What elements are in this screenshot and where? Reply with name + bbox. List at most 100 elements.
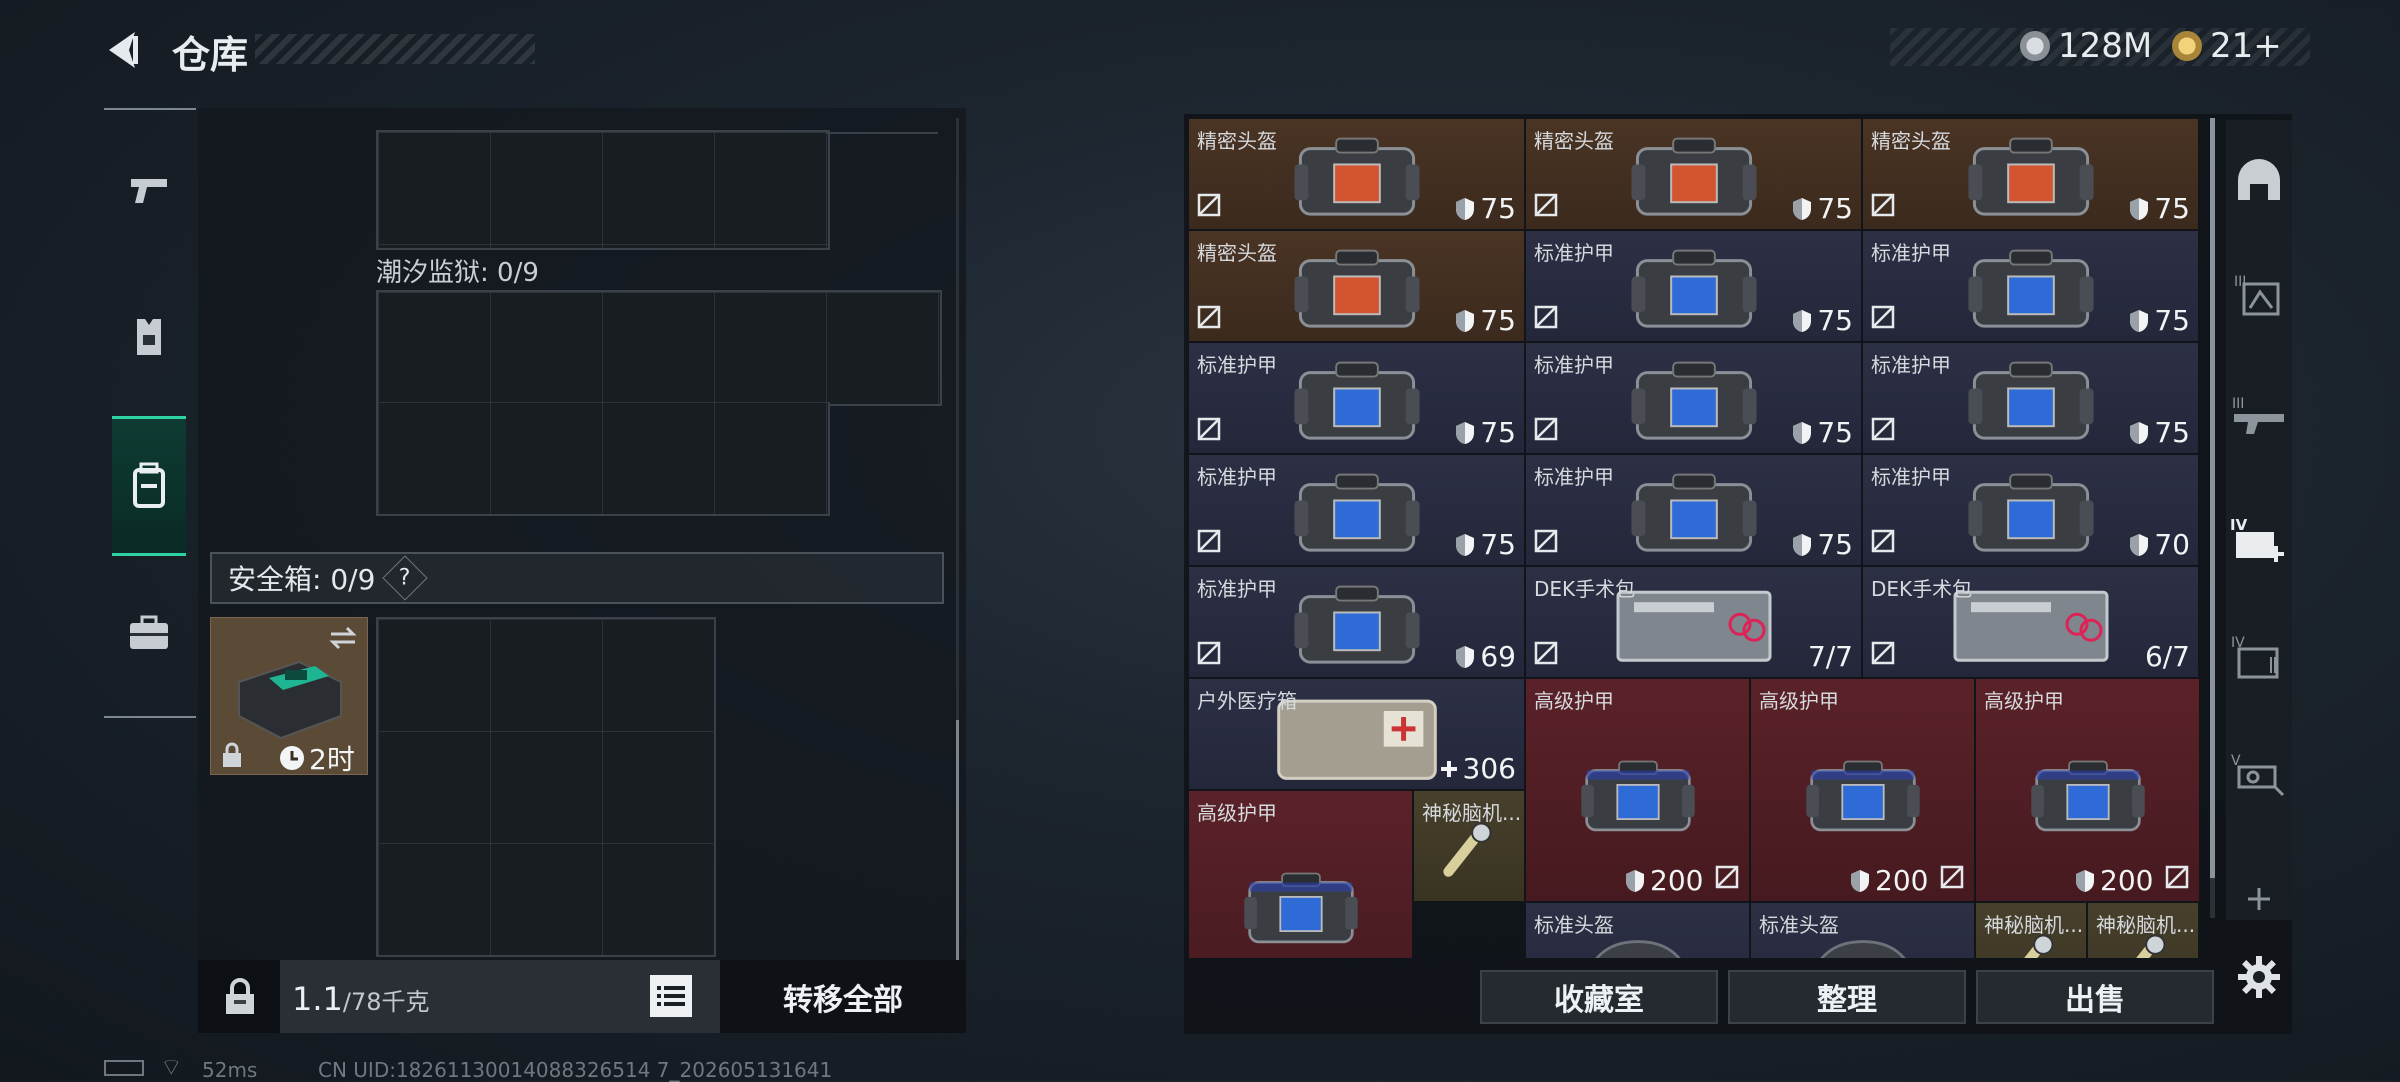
inventory-item[interactable]: 标准护甲 75 — [1525, 342, 1862, 454]
collection-room-button[interactable]: 收藏室 — [1480, 970, 1718, 1024]
item-name: 神秘脑机... — [1422, 801, 1522, 825]
add-filter-button[interactable] — [2228, 868, 2290, 930]
inventory-item[interactable]: 精密头盔 75 — [1862, 118, 2199, 230]
weight-lock-button[interactable] — [218, 975, 262, 1019]
armor-case-icon — [1630, 361, 1757, 440]
pistol-icon — [131, 179, 167, 203]
filter-bag-iv[interactable]: IV — [2228, 626, 2290, 688]
tab-weapons[interactable] — [112, 145, 186, 235]
silver-currency[interactable]: 128M — [2020, 26, 2152, 66]
inventory-item[interactable]: 高级护甲 200 — [1750, 678, 1975, 902]
item-name: DEK手术包 — [1534, 577, 1636, 601]
transfer-all-button[interactable]: 转移全部 — [720, 960, 966, 1033]
silver-currency-value: 128M — [2058, 26, 2153, 66]
helmet-case-icon — [1967, 137, 2094, 216]
heal-icon — [1440, 760, 1457, 777]
durability-icon — [1456, 533, 1475, 556]
inventory-item[interactable]: 精密头盔 75 — [1525, 118, 1862, 230]
untradeable-marker — [1534, 641, 1558, 669]
inventory-item[interactable]: 高级护甲 — [1188, 790, 1413, 958]
help-button[interactable]: ? — [382, 555, 429, 601]
inventory-item[interactable]: 神秘脑机... — [1413, 790, 1525, 902]
untradeable-icon — [1871, 641, 1895, 665]
bag-iv-icon: IV — [2231, 635, 2279, 679]
inventory-item[interactable]: DEK手术包 6/7 — [1862, 566, 2199, 678]
item-name: 神秘脑机... — [2096, 913, 2196, 937]
list-icon — [657, 986, 685, 1006]
brain-chip-icon — [1443, 822, 1492, 877]
armor-vest-icon — [137, 319, 161, 355]
inventory-item[interactable]: 精密头盔 75 — [1188, 230, 1525, 342]
inventory-item[interactable]: 神秘脑机... — [1975, 902, 2087, 958]
inventory-item[interactable]: 标准护甲 75 — [1862, 230, 2199, 342]
helmet-slot-icon — [2238, 159, 2280, 200]
inventory-scroll-thumb[interactable] — [2210, 118, 2215, 878]
item-value: 6/7 — [2144, 640, 2190, 673]
inventory-item[interactable]: 标准护甲 75 — [1525, 230, 1862, 342]
wifi-icon: ⌔ — [160, 1053, 183, 1081]
untradeable-marker — [1197, 193, 1221, 221]
filter-cart-v[interactable]: V — [2228, 744, 2290, 806]
inventory-item[interactable]: 神秘脑机... — [2087, 902, 2199, 958]
battery-icon — [104, 1060, 144, 1076]
gold-currency[interactable]: 21+ — [2172, 26, 2282, 66]
inventory-item[interactable]: 神秘脑机... — [2199, 902, 2200, 958]
swap-icon[interactable] — [327, 624, 359, 652]
safe-box-grid[interactable] — [376, 617, 716, 957]
heavy-armor-case-icon — [2030, 760, 2145, 832]
untradeable-icon — [1871, 417, 1895, 441]
filter-helmet[interactable] — [2228, 148, 2290, 210]
item-name: 精密头盔 — [1197, 241, 1277, 265]
inventory-item[interactable]: 标准护甲 70 — [1862, 454, 2199, 566]
heavy-armor-case-icon — [1243, 872, 1358, 944]
settings-button[interactable] — [2228, 946, 2290, 1008]
armor-case-icon — [1967, 249, 2094, 328]
safe-box-header: 安全箱: 0/9 ? — [210, 552, 944, 604]
container-grid-top[interactable] — [376, 130, 830, 250]
tab-armor[interactable] — [112, 292, 186, 382]
armor-case-icon — [1293, 585, 1420, 664]
inventory-item[interactable]: 标准护甲 75 — [1862, 342, 2199, 454]
weight-readout: 1.1/78千克 — [292, 980, 430, 1018]
inventory-item[interactable]: 标准头盔 — [1750, 902, 1975, 958]
untradeable-icon — [1534, 529, 1558, 553]
filter-weapon-iii[interactable]: III — [2228, 384, 2290, 446]
sell-button[interactable]: 出售 — [1976, 970, 2214, 1024]
inventory-item[interactable]: 精密头盔 75 — [1188, 118, 1525, 230]
heavy-armor-case-icon — [1805, 760, 1920, 832]
armor-case-icon — [1967, 361, 2094, 440]
safe-box-label: 安全箱: 0/9 — [228, 563, 376, 596]
durability-icon — [2130, 197, 2149, 220]
inventory-item[interactable]: 标准护甲 75 — [1188, 454, 1525, 566]
tab-cases[interactable] — [112, 588, 186, 678]
filter-armor-iii[interactable]: III — [2228, 262, 2290, 324]
durability-icon — [1626, 869, 1644, 892]
inventory-item[interactable]: 高级护甲 200 — [1525, 678, 1750, 902]
untradeable-marker — [1940, 865, 1964, 893]
list-view-button[interactable] — [650, 975, 692, 1017]
durability-icon — [2130, 309, 2149, 332]
medical-box-icon — [1276, 699, 1437, 780]
tidal-prison-grid-row1[interactable] — [376, 290, 942, 406]
inventory-item[interactable]: 户外医疗箱 306 — [1188, 678, 1525, 790]
inventory-item[interactable]: 标准护甲 75 — [1525, 454, 1862, 566]
tidal-prison-grid-row2[interactable] — [376, 402, 830, 516]
tab-backpack[interactable] — [112, 416, 186, 556]
untradeable-marker — [1871, 417, 1895, 445]
inventory-item[interactable]: 标准护甲 69 — [1188, 566, 1525, 678]
safe-box-item[interactable]: 2时 — [210, 617, 368, 776]
back-button[interactable] — [100, 25, 150, 75]
organize-button[interactable]: 整理 — [1728, 970, 1966, 1024]
untradeable-icon — [2165, 865, 2189, 889]
inventory-item[interactable]: 标准头盔 — [1525, 902, 1750, 958]
item-name: 标准头盔 — [1534, 913, 1614, 937]
inventory-item[interactable]: 高级护甲 200 — [1975, 678, 2200, 902]
armor-case-icon — [1293, 361, 1420, 440]
inventory-item[interactable]: DEK手术包 7/7 — [1525, 566, 1862, 678]
durability-icon — [2130, 421, 2149, 444]
filter-medkit-iv[interactable]: IV — [2228, 510, 2290, 572]
armor-iii-icon: III — [2234, 274, 2280, 316]
left-scroll-thumb[interactable] — [956, 720, 959, 960]
inventory-item[interactable]: 标准护甲 75 — [1188, 342, 1525, 454]
backpack-icon — [133, 462, 165, 508]
